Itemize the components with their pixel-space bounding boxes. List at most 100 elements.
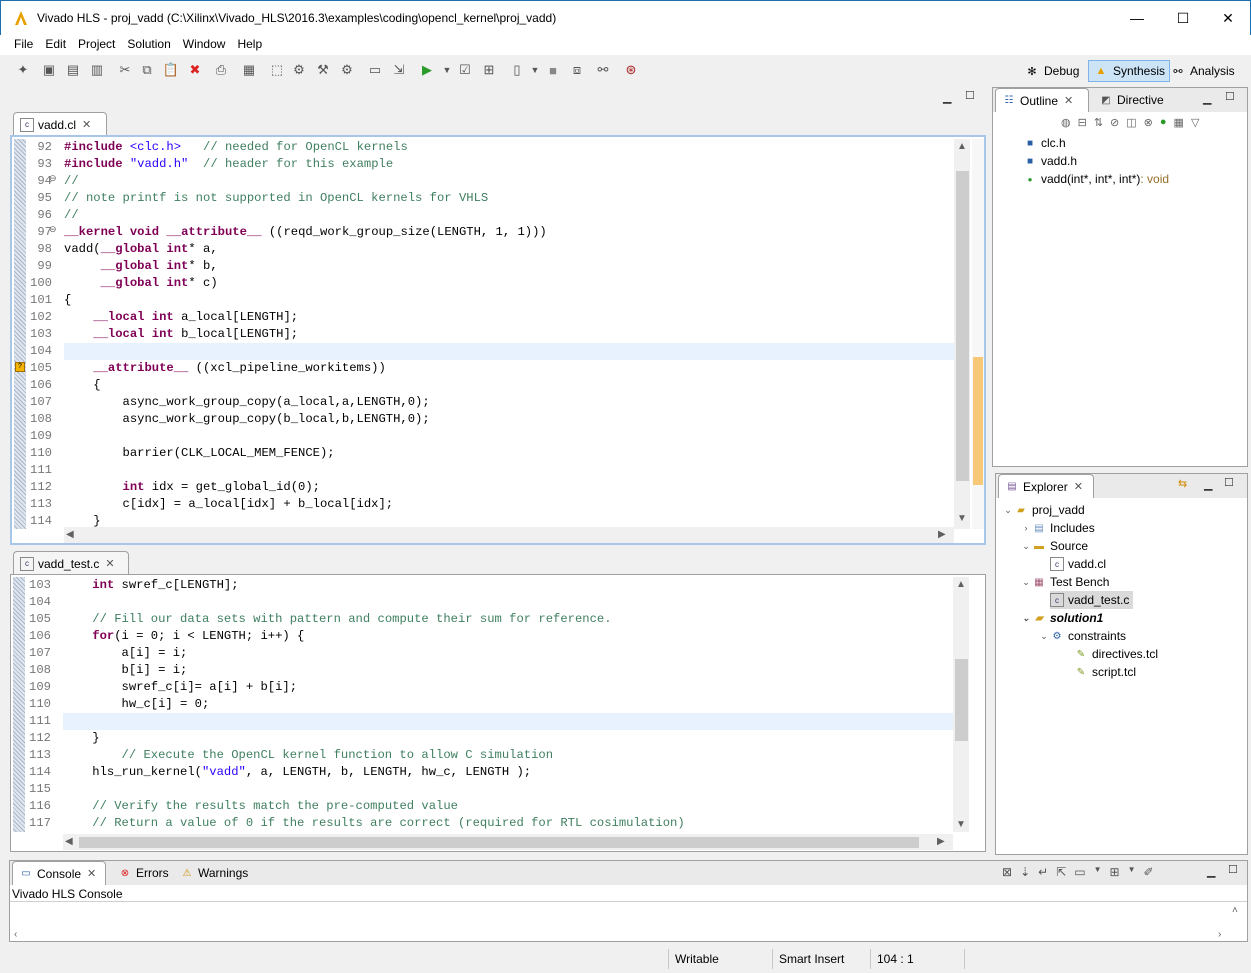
scroll-right-icon[interactable]: ▶ [937,836,945,847]
copy-icon[interactable]: ⧉ [138,61,156,79]
collapse-icon[interactable]: › [1020,523,1032,533]
solution-settings-icon[interactable]: ⚙ [290,61,308,79]
display-console-icon[interactable]: ▭ [1074,865,1085,879]
hide-static-icon[interactable]: ⊘ [1110,116,1119,134]
code-line[interactable]: c[idx] = a_local[idx] + b_local[idx]; [64,496,547,513]
open-dropdown-icon[interactable]: ▼ [1128,865,1136,879]
code-line[interactable]: async_work_group_copy(a_local,a,LENGTH,0… [64,394,547,411]
code-line[interactable]: __global int* c) [64,275,547,292]
hide-non-public-icon[interactable]: ◫ [1126,116,1136,134]
code-line[interactable]: // [64,207,547,224]
stop-icon[interactable]: ■ [544,61,562,79]
minimize-editor-icon[interactable]: ▁ [943,91,951,104]
open-console-icon[interactable]: ⊞ [1110,865,1120,879]
editor1-vscroll[interactable]: ▲ ▼ [954,139,970,529]
tree-item-vadd-cl[interactable]: c vadd.cl [1050,555,1106,573]
clear-icon[interactable]: ✐ [1144,865,1154,879]
code-line[interactable]: // note printf is not supported in OpenC… [64,190,547,207]
scroll-down-icon[interactable]: ▼ [956,819,966,830]
code-line[interactable]: #include <clc.h> // needed for OpenCL ke… [64,139,547,156]
minimize-view-icon[interactable]: ▁ [1207,865,1215,878]
minimize-view-icon[interactable]: ▁ [1203,92,1211,105]
scroll-left-icon[interactable]: ◀ [66,529,74,540]
menu-help[interactable]: Help [231,35,268,51]
menu-edit[interactable]: Edit [39,35,72,51]
code-line[interactable]: int swref_c[LENGTH]; [63,577,685,594]
editor1-hscroll[interactable]: ◀ ▶ [64,527,954,543]
save-all-icon[interactable]: ▤ [64,61,82,79]
maximize-editor-icon[interactable]: ☐ [965,89,975,102]
fold-icon[interactable]: ⊖ [49,224,57,235]
maximize-view-icon[interactable]: ☐ [1225,90,1235,103]
toggle-view-icon[interactable]: ⧈ [568,61,586,79]
code-line[interactable]: b[i] = i; [63,662,685,679]
export-rtl-icon[interactable]: ⊞ [480,61,498,79]
code-text[interactable]: #include <clc.h> // needed for OpenCL ke… [64,139,547,530]
sync-icon[interactable]: ⇆ [1178,477,1187,490]
code-line[interactable] [63,594,685,611]
code-line[interactable]: // Verify the results match the pre-comp… [63,798,685,815]
hide-functions-icon[interactable]: ● [1160,116,1167,134]
rebuild-icon[interactable]: ⚙ [338,61,356,79]
tree-item-script-tcl[interactable]: ✎ script.tcl [1074,663,1136,681]
analysis-perspective-button[interactable]: ⚯ Analysis [1166,60,1239,82]
new-solution-icon[interactable]: ⬚ [268,61,286,79]
code-line[interactable]: // Return a value of 0 if the results ar… [63,815,684,832]
code-line[interactable]: __global int* b, [64,258,547,275]
code-line[interactable]: a[i] = i; [63,645,685,662]
tree-item-constraints[interactable]: ⌄ ⚙ constraints [1038,627,1126,645]
menu-file[interactable]: File [8,35,39,51]
code-text[interactable]: int swref_c[LENGTH]; // Fill our data se… [63,577,685,832]
code-line[interactable]: __local int a_local[LENGTH]; [64,309,547,326]
expand-icon[interactable]: ⌄ [1020,613,1032,624]
run-dropdown-icon[interactable]: ▼ [438,61,456,79]
tab-explorer[interactable]: ▤ Explorer ✕ [998,474,1094,498]
word-wrap-icon[interactable]: ↵ [1038,865,1048,879]
tree-item-vadd-test-c[interactable]: c vadd_test.c [1050,591,1134,609]
tab-vadd-test-c[interactable]: c vadd_test.c ✕ [13,551,129,575]
code-line[interactable]: // [64,173,547,190]
tree-item-includes[interactable]: › ▤ Includes [1020,519,1095,537]
code-line[interactable]: { [64,377,547,394]
code-line[interactable]: async_work_group_copy(b_local,b,LENGTH,0… [64,411,547,428]
open-viewer-icon[interactable]: ▯ [508,61,526,79]
debug-perspective-button[interactable]: ✻ Debug [1020,60,1083,82]
hscroll-thumb[interactable] [79,837,919,848]
minimize-view-icon[interactable]: ▁ [1204,478,1212,491]
pin-console-icon[interactable]: ⇱ [1056,865,1066,879]
save-icon[interactable]: ▣ [40,61,58,79]
code-line[interactable]: __local int b_local[LENGTH]; [64,326,547,343]
tab-directive[interactable]: ◩ Directive [1093,88,1170,112]
expand-icon[interactable]: ⌄ [1002,505,1014,516]
tree-item-test-bench[interactable]: ⌄ ▦ Test Bench [1020,573,1109,591]
warning-marker-icon[interactable]: ? [15,362,25,372]
project-settings-icon[interactable]: ▦ [240,61,258,79]
outline-item[interactable]: ■ clc.h [1023,134,1066,152]
code-line[interactable]: vadd(__global int* a, [64,241,547,258]
scroll-up-icon[interactable]: ˄ [1232,905,1238,916]
tab-outline[interactable]: ☷ Outline ✕ [995,88,1089,112]
menu-solution[interactable]: Solution [121,35,176,51]
editor2-hscroll[interactable]: ◀ ▶ [63,834,953,850]
paste-icon[interactable]: 📋 [162,61,180,79]
scroll-thumb[interactable] [956,171,969,481]
code-line[interactable]: __attribute__ ((xcl_pipeline_workitems)) [64,360,547,377]
close-tab-icon[interactable]: ✕ [82,118,91,131]
expand-icon[interactable]: ⌄ [1020,541,1032,552]
print-icon[interactable]: ⎙ [212,61,230,79]
close-tab-icon[interactable]: ✕ [1074,480,1083,493]
cut-icon[interactable]: ✂ [116,61,134,79]
expand-icon[interactable]: ⌄ [1020,577,1032,588]
view-menu-icon[interactable]: ▽ [1191,116,1199,134]
code-line[interactable] [64,462,547,479]
menu-window[interactable]: Window [177,35,232,51]
code-line[interactable]: hls_run_kernel("vadd", a, LENGTH, b, LEN… [63,764,685,781]
code-line[interactable]: hw_c[i] = 0; [63,696,685,713]
open-report-icon[interactable]: ⇲ [390,61,408,79]
menu-project[interactable]: Project [72,35,121,51]
outline-item[interactable]: ● vadd(int*, int*, int*) : void [1023,170,1170,188]
index-source-icon[interactable]: ⚒ [314,61,332,79]
scroll-left-icon[interactable]: ◀ [65,836,73,847]
collapse-all-icon[interactable]: ⊟ [1078,116,1087,134]
code-line[interactable]: swref_c[i]= a[i] + b[i]; [63,679,685,696]
